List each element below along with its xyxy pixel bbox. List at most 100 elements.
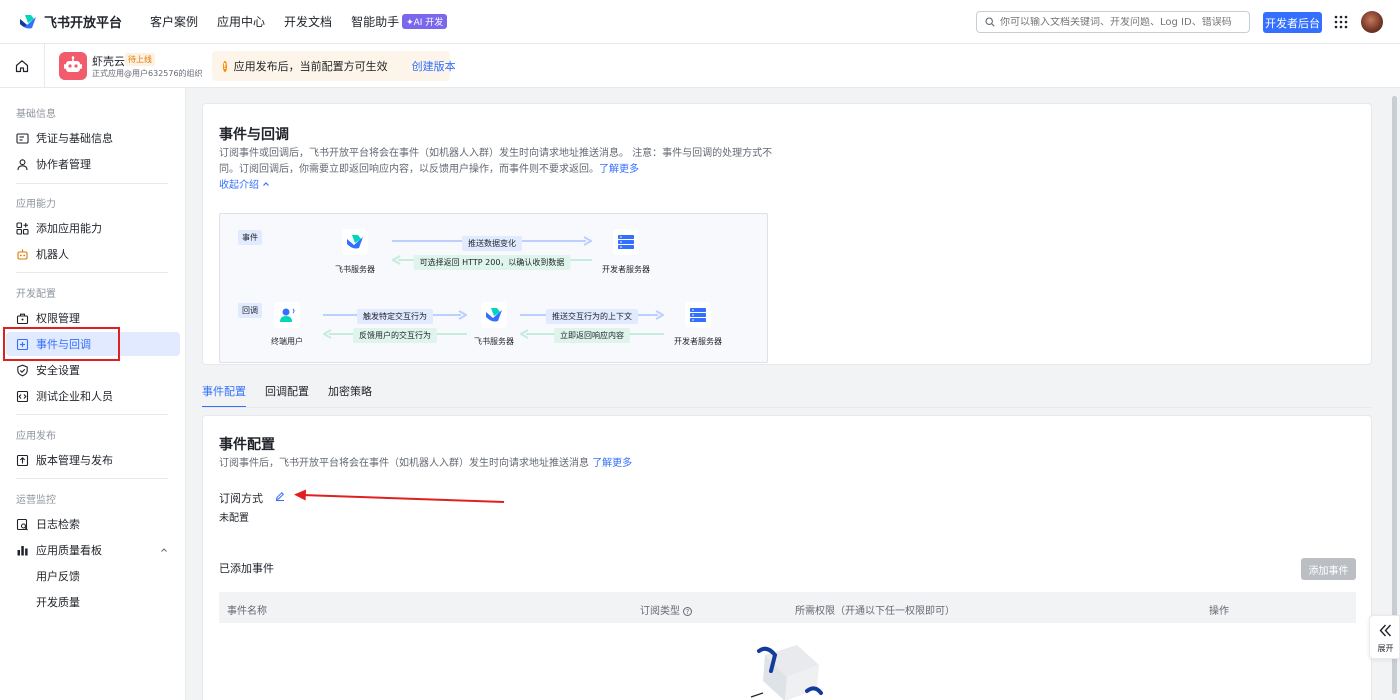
sidebar-item-label: 测试企业和人员 bbox=[36, 390, 113, 403]
add-event-button[interactable]: 添加事件 bbox=[1301, 558, 1356, 580]
intro-learn-more-link[interactable]: 了解更多 bbox=[599, 164, 639, 175]
event-config-card: 事件配置 订阅事件后，飞书开放平台将会在事件（如机器人入群）发生时向请求地址推送… bbox=[202, 415, 1372, 700]
sidebar-item-label: 版本管理与发布 bbox=[36, 454, 113, 467]
feishu-logo-icon bbox=[20, 14, 36, 28]
return-now-label: 立即返回响应内容 bbox=[554, 328, 630, 343]
end-user-icon bbox=[274, 302, 300, 328]
col-subscription-type: 订阅类型? bbox=[640, 602, 692, 617]
sidebar-item-label: 应用质量看板 bbox=[36, 544, 102, 557]
sidebar-item-security[interactable]: 安全设置 bbox=[6, 358, 180, 382]
sidebar-item-label: 协作者管理 bbox=[36, 158, 91, 171]
tab-callback-config[interactable]: 回调配置 bbox=[265, 378, 309, 408]
dev-server-icon bbox=[685, 302, 711, 328]
col-event-name: 事件名称 bbox=[227, 606, 267, 617]
sidebar-item-add-capability[interactable]: 添加应用能力 bbox=[6, 216, 180, 240]
sidebar-item-collaborators[interactable]: 协作者管理 bbox=[6, 152, 180, 176]
chevron-up-icon bbox=[263, 182, 270, 186]
sidebar-item-label: 添加应用能力 bbox=[36, 222, 102, 235]
dev-server-label: 开发者服务器 bbox=[674, 337, 722, 346]
tab-encryption[interactable]: 加密策略 bbox=[328, 378, 372, 408]
expand-panel-button[interactable]: 展开 bbox=[1369, 615, 1400, 659]
dev-server-label: 开发者服务器 bbox=[602, 265, 650, 274]
chevron-up-icon[interactable] bbox=[160, 546, 168, 554]
intro-desc-line2-wrap: 同。订阅回调后，你需要立即返回响应内容，以反馈用户操作，而事件则不要求返回。了解… bbox=[219, 162, 779, 178]
intro-description: 订阅事件或回调后，飞书开放平台将会在事件（如机器人入群）发生时向请求地址推送消息… bbox=[219, 146, 779, 178]
user-icon bbox=[17, 158, 28, 170]
annotation-arrow-icon bbox=[294, 489, 505, 503]
col-required-permissions: 所需权限（开通以下任一权限即可） bbox=[795, 606, 955, 617]
brand[interactable]: 飞书开放平台 bbox=[18, 12, 122, 31]
sidebar-item-test-enterprise[interactable]: 测试企业和人员 bbox=[6, 384, 180, 408]
tab-event-config[interactable]: 事件配置 bbox=[202, 378, 246, 408]
sidebar-item-version-release[interactable]: 版本管理与发布 bbox=[6, 448, 180, 472]
intro-card: 事件与回调 订阅事件或回调后，飞书开放平台将会在事件（如机器人入群）发生时向请求… bbox=[202, 103, 1372, 365]
help-icon[interactable]: ? bbox=[683, 607, 692, 616]
feishu-server-label: 飞书服务器 bbox=[474, 337, 514, 346]
double-chevron-left-icon bbox=[1379, 624, 1392, 637]
end-user-label: 终端用户 bbox=[271, 337, 303, 346]
sidebar-item-label: 用户反馈 bbox=[36, 570, 80, 583]
event-config-title: 事件配置 bbox=[219, 437, 275, 453]
create-version-link[interactable]: 创建版本 bbox=[412, 58, 456, 74]
sidebar-section-basic: 基础信息 bbox=[16, 109, 56, 120]
push-data-label: 推送数据变化 bbox=[462, 236, 522, 251]
edit-icon[interactable] bbox=[275, 491, 285, 501]
intro-desc-line1: 订阅事件或回调后，飞书开放平台将会在事件（如机器人入群）发生时向请求地址推送消息… bbox=[219, 148, 773, 159]
briefcase-icon bbox=[16, 313, 29, 324]
feishu-server-icon bbox=[481, 302, 507, 328]
event-learn-more-link[interactable]: 了解更多 bbox=[592, 458, 632, 469]
page-scrollbar[interactable] bbox=[1389, 88, 1400, 700]
nav-link-docs[interactable]: 开发文档 bbox=[284, 13, 332, 30]
search-input[interactable] bbox=[1000, 16, 1240, 28]
nav-link-app-center[interactable]: 应用中心 bbox=[217, 13, 265, 30]
nav-link-assistant-label: 智能助手 bbox=[351, 15, 400, 29]
sidebar-item-label: 开发质量 bbox=[36, 596, 80, 609]
developer-console-button[interactable]: 开发者后台 bbox=[1263, 12, 1322, 33]
sidebar-item-label: 权限管理 bbox=[36, 312, 80, 325]
upload-icon bbox=[16, 454, 29, 466]
app-bar: 虾壳云 待上线 正式应用@用户632576的组织 ! 应用发布后，当前配置方可生… bbox=[0, 44, 1400, 88]
config-tabs: 事件配置 回调配置 加密策略 bbox=[202, 378, 391, 408]
sidebar-item-log-search[interactable]: 日志检索 bbox=[6, 512, 180, 536]
collapse-intro-link[interactable]: 收起介绍 bbox=[219, 178, 270, 194]
top-nav: 飞书开放平台 客户案例 应用中心 开发文档 智能助手✦AI 开发 开发者后台 bbox=[0, 0, 1400, 44]
trigger-label: 触发特定交互行为 bbox=[357, 309, 433, 324]
subscribe-mode-value: 未配置 bbox=[219, 513, 249, 524]
nav-link-assistant[interactable]: 智能助手 ✦AI 开发 bbox=[351, 13, 448, 30]
sidebar-section-dev-config: 开发配置 bbox=[16, 289, 56, 300]
nav-link-cases[interactable]: 客户案例 bbox=[150, 13, 198, 30]
app-grid-icon[interactable] bbox=[1334, 15, 1348, 29]
app-bar-separator bbox=[44, 44, 45, 88]
home-icon[interactable] bbox=[15, 59, 29, 73]
search-box[interactable] bbox=[976, 11, 1250, 33]
brand-name: 飞书开放平台 bbox=[44, 16, 123, 31]
flow-diagram: 事件 飞书服务器 推送数据变化 可选择返回 HTTP 200，以确认收到数据 开… bbox=[219, 213, 768, 363]
bar-chart-icon bbox=[17, 545, 28, 555]
sidebar-divider bbox=[16, 414, 168, 415]
event-config-desc-text: 订阅事件后，飞书开放平台将会在事件（如机器人入群）发生时向请求地址推送消息 bbox=[219, 458, 589, 469]
sidebar-item-credentials[interactable]: 凭证与基础信息 bbox=[6, 126, 180, 150]
robot-icon bbox=[17, 249, 28, 260]
sidebar-item-dev-quality[interactable]: 开发质量 bbox=[6, 590, 180, 614]
sidebar-item-label: 凭证与基础信息 bbox=[36, 132, 113, 145]
app-name: 虾壳云 bbox=[92, 55, 125, 68]
feishu-server-icon bbox=[342, 229, 368, 255]
sidebar-item-quality-dashboard[interactable]: 应用质量看板 bbox=[6, 538, 180, 562]
nav-links: 客户案例 应用中心 开发文档 智能助手 ✦AI 开发 bbox=[150, 13, 466, 30]
sidebar-item-user-feedback[interactable]: 用户反馈 bbox=[6, 564, 180, 588]
sidebar-section-release: 应用发布 bbox=[16, 431, 56, 442]
ai-badge: ✦AI 开发 bbox=[402, 14, 448, 29]
return-200-label: 可选择返回 HTTP 200，以确认收到数据 bbox=[413, 255, 571, 270]
sidebar-item-bot[interactable]: 机器人 bbox=[6, 242, 180, 266]
code-box-icon bbox=[16, 390, 29, 402]
sidebar-section-monitoring: 运营监控 bbox=[16, 495, 56, 506]
scrollbar-thumb[interactable] bbox=[1392, 96, 1397, 694]
publish-notice: ! 应用发布后，当前配置方可生效 创建版本 bbox=[212, 51, 456, 81]
user-avatar[interactable] bbox=[1361, 11, 1383, 33]
notice-text: 应用发布后，当前配置方可生效 bbox=[233, 60, 388, 73]
sidebar-divider bbox=[16, 478, 168, 479]
event-config-description: 订阅事件后，飞书开放平台将会在事件（如机器人入群）发生时向请求地址推送消息 了解… bbox=[219, 456, 632, 472]
highlight-annotation-box bbox=[3, 327, 120, 361]
col-subscription-type-label: 订阅类型 bbox=[640, 606, 680, 617]
dev-server-icon bbox=[613, 229, 639, 255]
